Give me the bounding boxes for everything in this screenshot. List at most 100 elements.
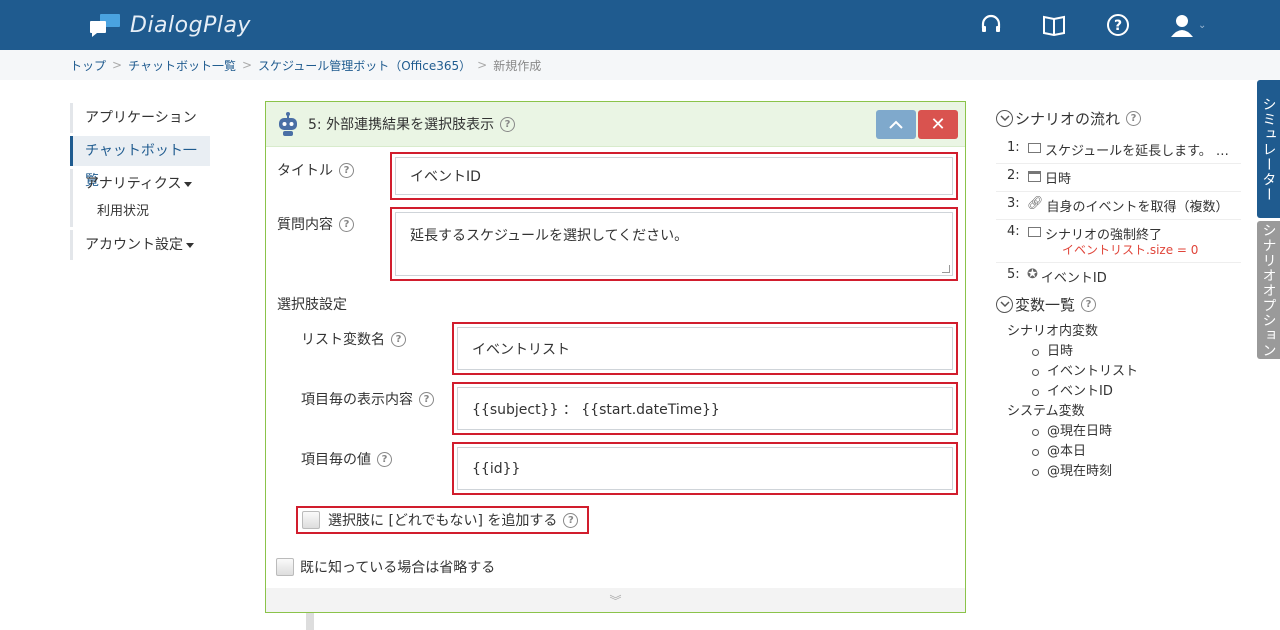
variable-item: @本日 [1007, 442, 1241, 462]
flow-row-text: 自身のイベントを取得（複数） [1046, 200, 1229, 215]
variable-item: 日時 [1007, 342, 1241, 362]
scenario-vars-title: シナリオ内変数 [1007, 324, 1099, 339]
delete-button[interactable]: ✕ [918, 110, 958, 139]
title-input[interactable]: イベントID [395, 157, 953, 195]
robot-icon [279, 112, 297, 136]
nav-item-account-settings[interactable]: アカウント設定 [70, 230, 210, 260]
flow-row[interactable]: 3: 🔗︎ 自身のイベントを取得（複数） [996, 192, 1241, 220]
breadcrumb-bot[interactable]: スケジュール管理ボット（Office365） [258, 57, 471, 74]
svg-text:?: ? [1114, 18, 1122, 34]
flow-row[interactable]: 4: シナリオの強制終了 イベントリスト.size = 0 [996, 220, 1241, 263]
variable-item: イベントID [1007, 382, 1241, 402]
tab-simulator[interactable]: シミュレーター [1257, 80, 1280, 218]
variable-item: @現在日時 [1007, 422, 1241, 442]
side-nav: アプリケーション チャットボット一覧 アナリティクス 利用状況 アカウント設定 [70, 103, 210, 260]
display-label: 項目毎の表示内容 [301, 392, 413, 408]
caret-down-icon [186, 242, 194, 248]
none-option-highlight: 選択肢に [どれでもない] を追加する ? [296, 506, 589, 534]
flow-row-number: 4: [1007, 224, 1020, 239]
question-label-row: 質問内容? [277, 214, 354, 234]
nav-item-chatbot-list[interactable]: チャットボット一覧 [70, 136, 210, 189]
user-menu[interactable]: ⌄ [1170, 12, 1216, 38]
flow-row-number: 5: [1007, 267, 1020, 282]
display-input[interactable]: {{subject}} ： {{start.dateTime}} [457, 387, 953, 430]
collapse-button[interactable] [876, 110, 916, 139]
nav-label: アナリティクス [85, 176, 182, 192]
value-label-row: 項目毎の値? [301, 449, 392, 469]
top-header: DialogPlay ? ⌄ [0, 0, 1280, 50]
calendar-icon [1028, 171, 1041, 182]
variable-item: @現在時刻 [1007, 462, 1241, 482]
app-name: DialogPlay [130, 12, 251, 38]
question-field-highlight: 延長するスケジュールを選択してください。 [390, 207, 958, 281]
exit-icon [1028, 227, 1041, 237]
flow-title: シナリオの流れ [1015, 109, 1121, 128]
nav-item-applications[interactable]: アプリケーション [70, 103, 210, 133]
help-icon[interactable]: ? [563, 512, 579, 528]
flow-row-number: 3: [1007, 196, 1020, 211]
flow-row-number: 2: [1007, 168, 1020, 183]
help-icon[interactable]: ? [500, 116, 516, 132]
help-icon[interactable]: ? [339, 162, 354, 178]
list-var-field-highlight: イベントリスト [452, 322, 958, 375]
flow-row[interactable]: 2: 日時 [996, 164, 1241, 192]
expand-bar[interactable]: ︾ [266, 588, 965, 612]
title-label-row: タイトル? [277, 160, 354, 180]
user-icon [1171, 15, 1193, 37]
speech-icon [1028, 143, 1041, 153]
breadcrumb-top[interactable]: トップ [70, 57, 106, 74]
scrollbar[interactable] [306, 613, 314, 630]
value-label: 項目毎の値 [301, 452, 371, 468]
flow-list: 1: スケジュールを延長します。 … 2: 日時 3: 🔗︎ 自身のイベントを取… [996, 136, 1241, 290]
breadcrumb-separator: > [477, 58, 488, 72]
breadcrumb-current: 新規作成 [493, 58, 542, 73]
flow-row[interactable]: 5: ✪ イベントID [996, 263, 1241, 290]
display-field-highlight: {{subject}} ： {{start.dateTime}} [452, 382, 958, 435]
help-icon[interactable]: ? [1081, 296, 1097, 312]
double-chevron-down-icon: ︾ [609, 593, 622, 608]
chat-logo-icon [90, 14, 120, 37]
book-icon[interactable] [1041, 12, 1067, 38]
list-var-input[interactable]: イベントリスト [457, 327, 953, 370]
resize-handle-icon[interactable] [942, 265, 950, 273]
breadcrumb-separator: > [112, 58, 123, 72]
none-option-checkbox[interactable] [302, 511, 320, 529]
question-textarea[interactable]: 延長するスケジュールを選択してください。 [395, 212, 953, 276]
flow-header[interactable]: シナリオの流れ ? [996, 106, 1241, 130]
nav-label: アカウント設定 [85, 237, 183, 253]
flow-row-text: 日時 [1045, 172, 1072, 187]
nav-item-usage[interactable]: 利用状況 [70, 199, 210, 227]
list-var-label: リスト変数名 [301, 332, 385, 348]
choice-section-title: 選択肢設定 [277, 297, 347, 313]
question-label: 質問内容 [277, 217, 333, 233]
close-icon: ✕ [930, 114, 946, 135]
none-option-label: 選択肢に [どれでもない] を追加する [328, 513, 558, 529]
variables-header[interactable]: 変数一覧 ? [996, 292, 1241, 316]
value-input[interactable]: {{id}} [457, 447, 953, 490]
variable-item: イベントリスト [1007, 362, 1241, 382]
nav-item-analytics[interactable]: アナリティクス [70, 169, 210, 199]
breadcrumb-chatbot-list[interactable]: チャットボット一覧 [128, 57, 236, 74]
help-icon[interactable]: ? [391, 331, 406, 347]
choice-icon: ✪ [1027, 267, 1038, 282]
panel-header: 5: 外部連携結果を選択肢表示 ? ✕ [266, 102, 965, 147]
flow-row[interactable]: 1: スケジュールを延長します。 … [996, 136, 1241, 164]
help-icon[interactable]: ? [377, 451, 392, 467]
chevron-up-icon [889, 120, 903, 129]
help-icon[interactable]: ? [339, 216, 354, 232]
flow-row-text: スケジュールを延長します。 … [1045, 144, 1229, 159]
display-label-row: 項目毎の表示内容? [301, 389, 434, 409]
headset-icon[interactable] [978, 12, 1004, 38]
system-vars-title: システム変数 [1007, 404, 1085, 419]
help-icon[interactable]: ? [1126, 110, 1142, 126]
panel-title: 5: 外部連携結果を選択肢表示 [308, 117, 495, 133]
chevron-down-icon: ⌄ [1198, 19, 1207, 31]
tab-scenario-options[interactable]: シナリオオプション [1257, 221, 1280, 359]
list-var-label-row: リスト変数名? [301, 329, 406, 349]
help-icon[interactable]: ? [1105, 12, 1131, 38]
skip-checkbox[interactable] [276, 558, 294, 576]
flow-row-condition: イベントリスト.size = 0 [1062, 243, 1199, 257]
link-icon: 🔗︎ [1027, 196, 1044, 211]
help-icon[interactable]: ? [419, 391, 434, 407]
app-logo[interactable]: DialogPlay [88, 10, 251, 40]
